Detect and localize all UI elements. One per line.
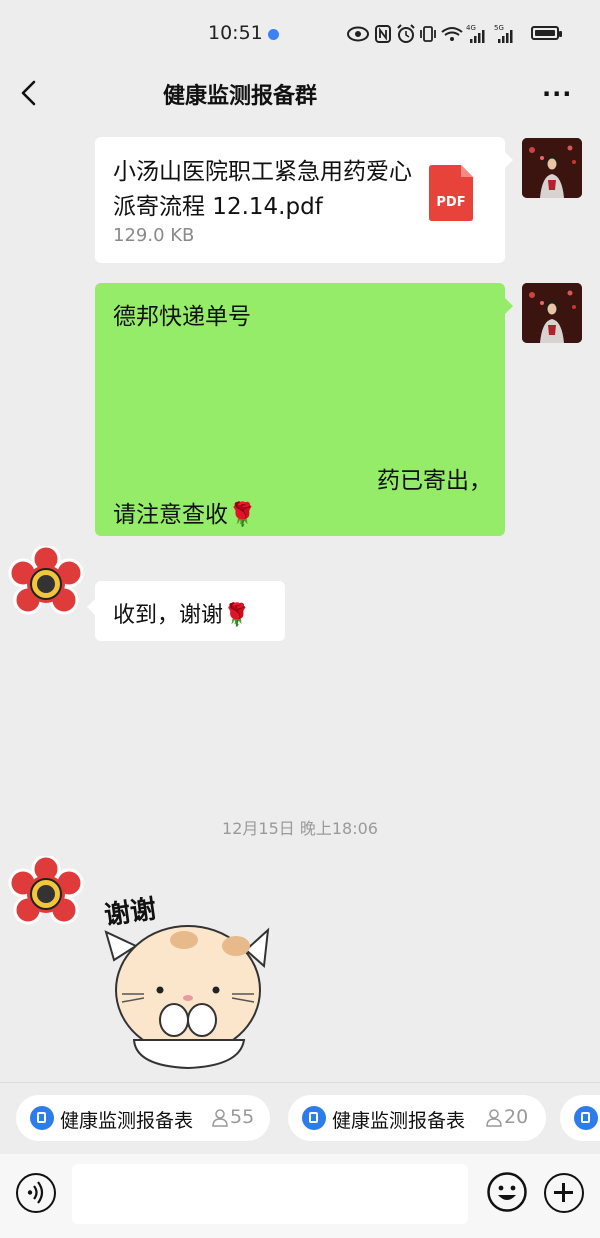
- network-2-label: 5G: [494, 24, 504, 32]
- file-size: 129.0 KB: [113, 225, 195, 246]
- message-text: 请注意查收🌹: [113, 502, 257, 528]
- form-icon: [302, 1106, 326, 1130]
- avatar-photo: [522, 138, 582, 198]
- avatar[interactable]: [8, 854, 84, 932]
- flower-avatar-icon: [8, 854, 84, 925]
- chat-header: 健康监测报备群 ···: [0, 68, 600, 118]
- message-text: 药已寄出，: [377, 468, 492, 494]
- chip-count: 20: [504, 1106, 529, 1128]
- alarm-icon: [397, 24, 415, 43]
- file-name: 小汤山医院职工紧急用药爱心派寄流程 12.14.pdf: [113, 159, 412, 220]
- input-bar: [0, 1154, 600, 1238]
- voice-icon: [27, 1181, 44, 1204]
- mini-program-chip[interactable]: 健康监测报备表 55: [16, 1095, 270, 1141]
- text-message-received[interactable]: 收到，谢谢🌹: [95, 581, 285, 641]
- bubble-tail: [505, 298, 513, 314]
- eye-icon: [347, 26, 369, 42]
- status-icons: 4G 5G: [346, 22, 522, 46]
- battery-icon: [531, 26, 562, 40]
- emoji-icon: [487, 1172, 527, 1212]
- form-icon: [574, 1106, 598, 1130]
- flower-avatar-icon: [8, 544, 84, 615]
- cat-thanks-sticker[interactable]: 谢谢: [96, 880, 276, 1070]
- avatar-photo: [522, 283, 582, 343]
- emoji-button[interactable]: [486, 1171, 528, 1213]
- chip-count: 55: [230, 1106, 255, 1128]
- bubble-tail: [505, 152, 513, 168]
- pdf-icon: PDF: [429, 165, 473, 221]
- avatar[interactable]: [522, 138, 582, 198]
- pdf-label: PDF: [436, 195, 466, 210]
- chevron-left-icon[interactable]: [14, 78, 44, 108]
- avatar[interactable]: [8, 544, 84, 622]
- plus-button[interactable]: [544, 1173, 584, 1213]
- message-text: 收到，谢谢🌹: [113, 603, 251, 628]
- file-message[interactable]: 小汤山医院职工紧急用药爱心派寄流程 12.14.pdf 129.0 KB PDF: [95, 137, 505, 263]
- chat-title: 健康监测报备群: [163, 84, 318, 109]
- person-icon: [212, 1109, 228, 1127]
- voice-button[interactable]: [16, 1173, 56, 1213]
- location-dot-icon: [268, 29, 279, 40]
- mini-program-chip[interactable]: [560, 1095, 600, 1141]
- person-icon: [486, 1109, 502, 1127]
- vibrate-icon: [420, 26, 436, 42]
- message-text: 德邦快递单号: [113, 304, 251, 330]
- avatar[interactable]: [522, 283, 582, 343]
- mini-program-chip[interactable]: 健康监测报备表 20: [288, 1095, 546, 1141]
- chip-label: 健康监测报备表: [332, 1110, 466, 1132]
- message-timestamp: 12月15日 晚上18:06: [222, 819, 378, 838]
- more-dots-icon[interactable]: ···: [542, 80, 572, 108]
- sticker-caption: 谢谢: [102, 893, 158, 931]
- nfc-icon: [375, 25, 391, 43]
- network-1-label: 4G: [466, 24, 476, 32]
- message-input[interactable]: [72, 1164, 468, 1224]
- wifi-icon: [441, 27, 463, 41]
- form-icon: [30, 1106, 54, 1130]
- status-bar: 10:51 4G 5G: [0, 0, 600, 68]
- text-message-sent[interactable]: 德邦快递单号 药已寄出， 请注意查收🌹: [95, 283, 505, 536]
- bubble-tail: [87, 599, 95, 615]
- status-time: 10:51: [208, 22, 263, 44]
- status-icons-svg: 4G 5G: [347, 24, 513, 43]
- mini-program-bar: 健康监测报备表 55 健康监测报备表 20: [0, 1082, 600, 1155]
- chip-label: 健康监测报备表: [60, 1110, 194, 1132]
